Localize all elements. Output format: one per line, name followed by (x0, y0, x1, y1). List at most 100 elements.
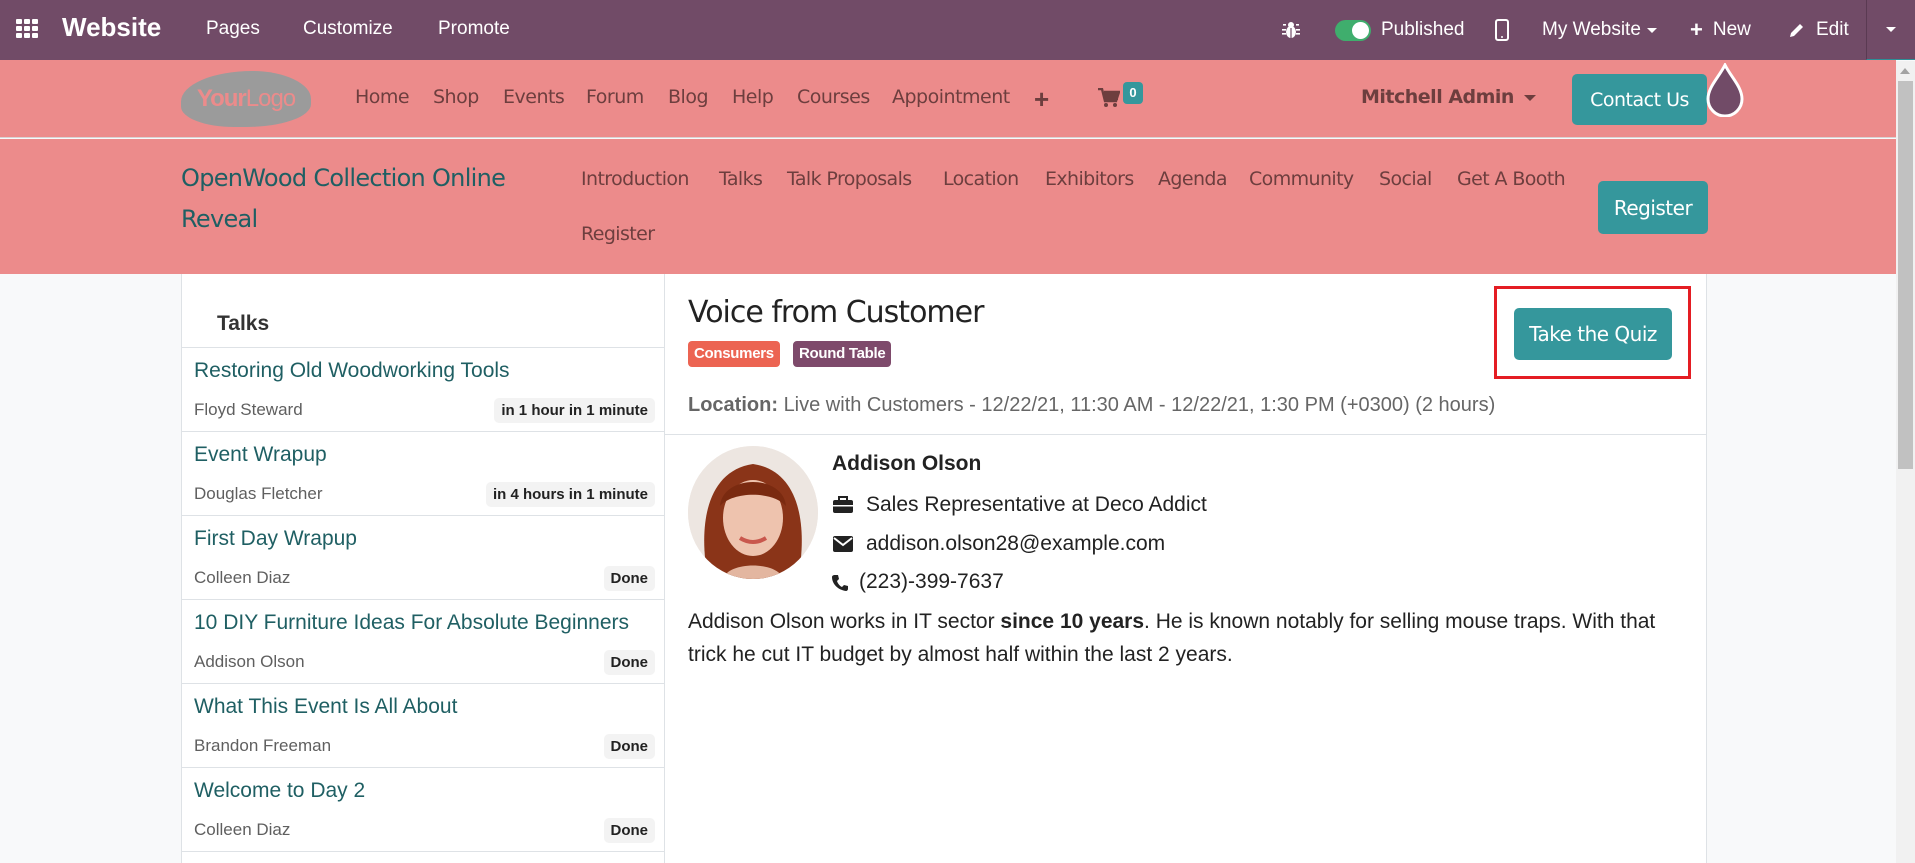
nav-blog[interactable]: Blog (668, 86, 709, 108)
talk-item-title[interactable]: First Day Wrapup (194, 527, 664, 551)
cart-count-badge: 0 (1123, 82, 1143, 104)
nav-home[interactable]: Home (355, 86, 410, 108)
mobile-preview-icon[interactable] (1495, 0, 1509, 60)
event-nav-introduction[interactable]: Introduction (581, 168, 689, 190)
briefcase-icon (832, 494, 854, 516)
talk-item-title[interactable]: Welcome to Day 2 (194, 779, 664, 803)
debug-icon[interactable] (1281, 0, 1301, 60)
talks-list: Restoring Old Woodworking Tools Floyd Ste… (182, 348, 664, 852)
menu-pages[interactable]: Pages (206, 18, 260, 40)
speaker-job-text: Sales Representative at Deco Addict (866, 493, 1207, 516)
talk-list-item[interactable]: 10 DIY Furniture Ideas For Absolute Begi… (182, 600, 664, 684)
talk-list-item[interactable]: What This Event Is All About Brandon Free… (182, 684, 664, 768)
bio-text: Addison Olson works in IT sector (688, 610, 1001, 633)
event-nav-register[interactable]: Register (581, 223, 655, 245)
more-dropdown[interactable] (1866, 0, 1915, 60)
caret-down-icon (1523, 94, 1536, 101)
talk-item-title[interactable]: 10 DIY Furniture Ideas For Absolute Begi… (194, 611, 664, 635)
event-nav-get-a-booth[interactable]: Get A Booth (1457, 168, 1566, 190)
talk-item-speaker: Floyd Steward (194, 400, 303, 419)
speaker-job: Sales Representative at Deco Addict (832, 493, 1207, 517)
talks-sidebar: Talks Restoring Old Woodworking Tools Flo… (181, 274, 665, 863)
talk-list-item[interactable]: Event Wrapup Douglas Fletcher in 4 hours i… (182, 432, 664, 516)
logo-text-light: Logo (245, 85, 296, 112)
talk-location: Location: Live with Customers - 12/22/21… (688, 394, 1495, 417)
website-selector-label: My Website (1542, 19, 1641, 40)
speaker-email[interactable]: addison.olson28@example.com (832, 532, 1165, 556)
talk-status-badge: in 1 hour in 1 minute (494, 398, 655, 423)
user-menu[interactable]: Mitchell Admin (1361, 86, 1536, 108)
event-nav-agenda[interactable]: Agenda (1158, 168, 1228, 190)
menu-customize[interactable]: Customize (303, 18, 393, 40)
nav-help[interactable]: Help (732, 86, 774, 108)
talks-heading: Talks (182, 274, 664, 348)
app-name: Website (62, 12, 162, 42)
nav-appointment[interactable]: Appointment (892, 86, 1010, 108)
talk-list-item[interactable]: Welcome to Day 2 Colleen Diaz Done (182, 768, 664, 852)
caret-down-icon (1646, 27, 1657, 33)
event-nav-exhibitors[interactable]: Exhibitors (1045, 168, 1134, 190)
talk-status-badge: Done (603, 818, 655, 843)
tag-consumers: Consumers (688, 341, 780, 367)
take-quiz-button[interactable]: Take the Quiz (1514, 308, 1672, 360)
event-title[interactable]: OpenWood Collection Online Reveal (181, 158, 561, 240)
event-nav-community[interactable]: Community (1249, 168, 1354, 190)
event-nav-location[interactable]: Location (943, 168, 1019, 190)
envelope-icon (832, 533, 854, 555)
scrollbar-thumb[interactable] (1898, 81, 1913, 469)
talk-list-item[interactable]: First Day Wrapup Colleen Diaz Done (182, 516, 664, 600)
phone-icon (832, 571, 848, 593)
talk-list-item[interactable]: Restoring Old Woodworking Tools Floyd Ste… (182, 348, 664, 432)
event-nav-social[interactable]: Social (1379, 168, 1432, 190)
website-selector[interactable]: My Website (1542, 0, 1657, 60)
talk-item-speaker: Colleen Diaz (194, 568, 291, 587)
talk-item-title[interactable]: What This Event Is All About (194, 695, 664, 719)
contact-us-button[interactable]: Contact Us (1572, 74, 1707, 125)
speaker-phone-text: (223)-399-7637 (859, 570, 1004, 593)
pencil-icon (1790, 24, 1803, 37)
talk-item-title[interactable]: Restoring Old Woodworking Tools (194, 359, 664, 383)
location-value: Live with Customers - 12/22/21, 11:30 AM… (783, 394, 1496, 416)
event-nav-talk-proposals[interactable]: Talk Proposals (787, 168, 912, 190)
nav-events[interactable]: Events (503, 86, 565, 108)
talk-item-speaker: Colleen Diaz (194, 820, 291, 839)
speaker-phone[interactable]: (223)-399-7637 (832, 570, 1004, 594)
nav-forum[interactable]: Forum (586, 86, 644, 108)
tag-round-table: Round Table (793, 341, 892, 367)
register-button[interactable]: Register (1598, 181, 1708, 234)
speaker-avatar (688, 446, 818, 579)
add-menu-item-icon[interactable]: + (1034, 84, 1049, 115)
site-logo[interactable]: Your Logo (181, 71, 311, 127)
user-name: Mitchell Admin (1361, 86, 1514, 108)
apps-menu-icon[interactable] (16, 19, 40, 41)
shopping-cart-icon[interactable] (1098, 88, 1120, 108)
published-toggle[interactable]: Published (1335, 0, 1464, 60)
divider (665, 434, 1707, 435)
scroll-up-arrow-icon[interactable] (1900, 68, 1910, 74)
speaker-bio: Addison Olson works in IT sector since 1… (688, 605, 1688, 671)
toggle-switch[interactable] (1335, 19, 1371, 41)
menu-promote[interactable]: Promote (438, 18, 510, 40)
talk-item-title[interactable]: Event Wrapup (194, 443, 664, 467)
talk-title: Voice from Customer (688, 295, 984, 330)
nav-shop[interactable]: Shop (433, 86, 479, 108)
speaker-name: Addison Olson (832, 452, 982, 475)
edit-button[interactable]: Edit (1788, 0, 1849, 60)
talk-status-badge: Done (603, 734, 655, 759)
talk-status-badge: Done (603, 566, 655, 591)
location-label: Location: (688, 394, 778, 416)
event-nav-talks[interactable]: Talks (719, 168, 763, 190)
edit-label: Edit (1816, 19, 1849, 40)
talk-detail: Voice from Customer Consumers Round Tabl… (665, 274, 1707, 863)
talk-status-badge: Done (603, 650, 655, 675)
bio-bold-text: since 10 years (1000, 610, 1145, 633)
caret-down-icon (1886, 27, 1896, 32)
speaker-email-text: addison.olson28@example.com (866, 532, 1166, 555)
new-label: New (1712, 19, 1751, 40)
talk-status-badge: in 4 hours in 1 minute (485, 482, 655, 507)
nav-courses[interactable]: Courses (797, 86, 870, 108)
talk-item-speaker: Addison Olson (194, 652, 305, 671)
page-scrollbar[interactable] (1896, 61, 1915, 863)
new-button[interactable]: + New (1690, 0, 1751, 60)
talk-item-speaker: Brandon Freeman (194, 736, 332, 755)
